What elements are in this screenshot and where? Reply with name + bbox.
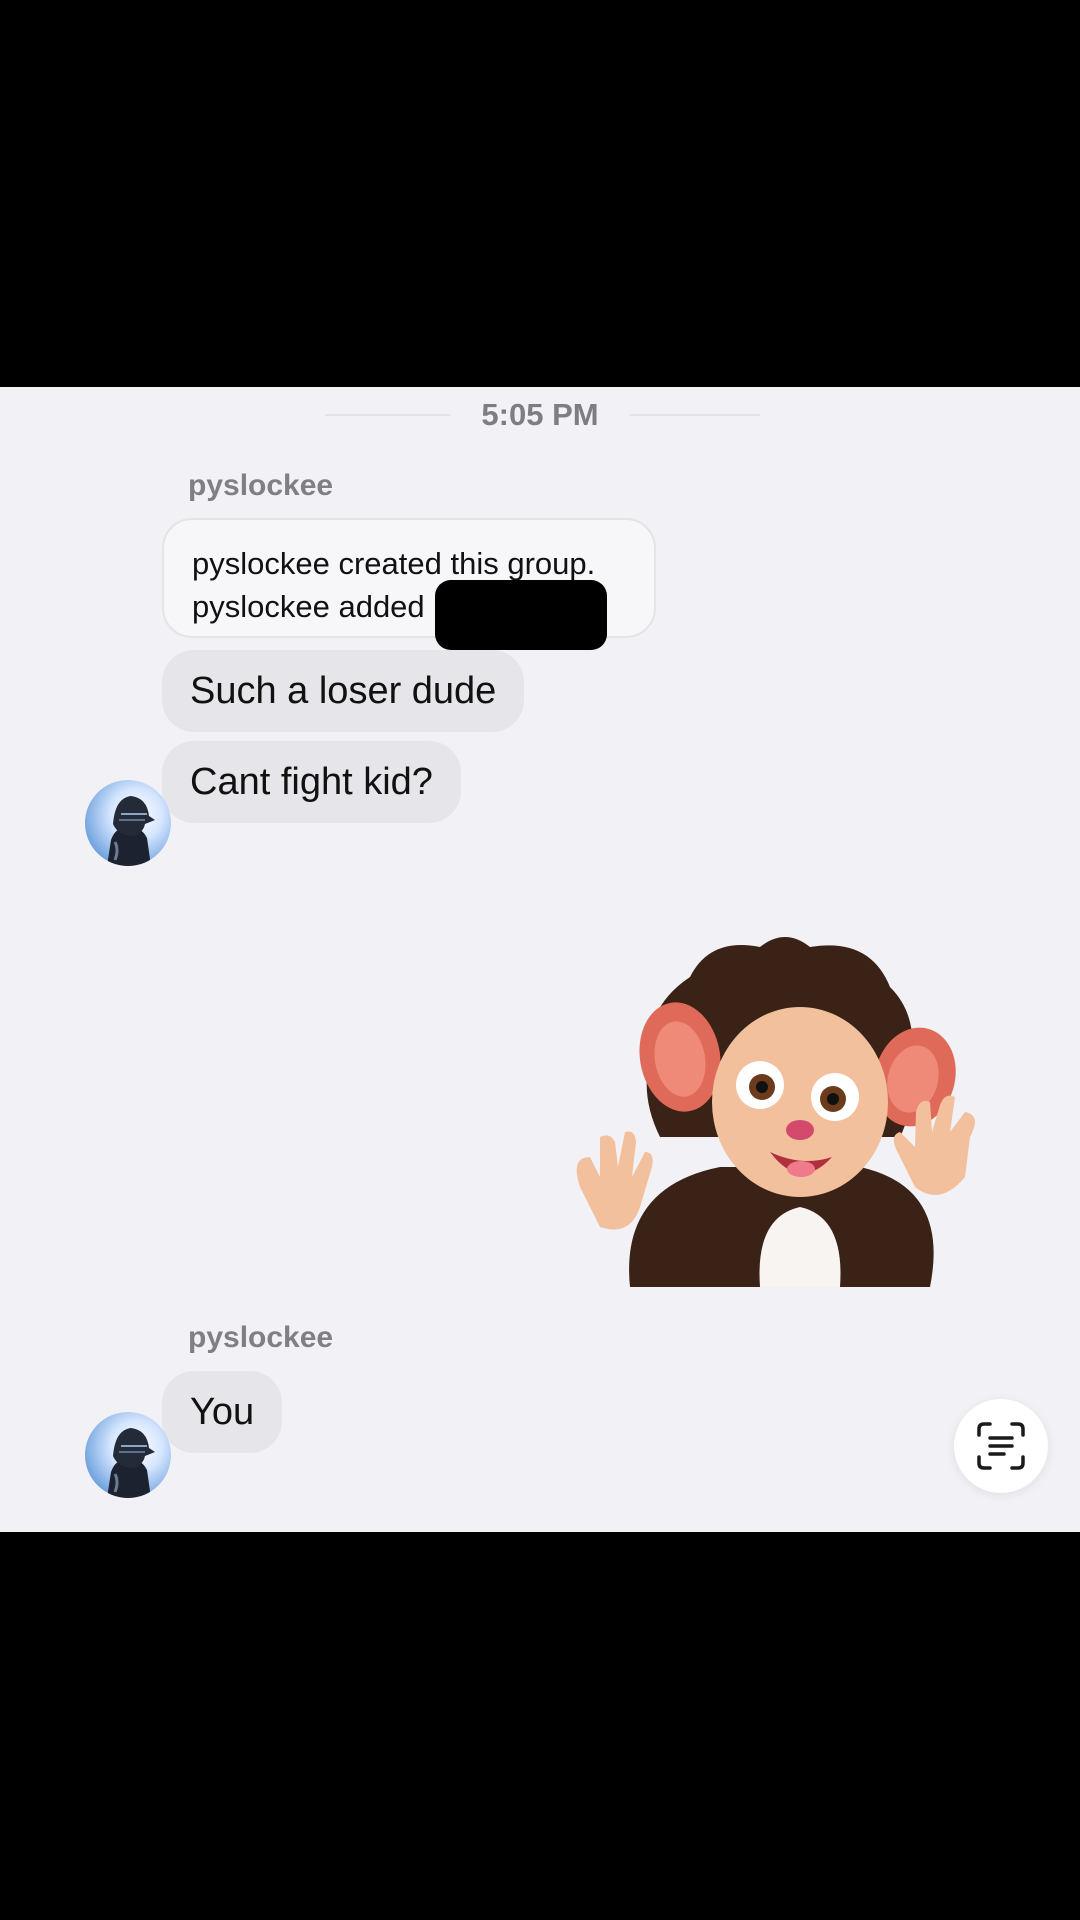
sender-name: pyslockee [188, 469, 334, 502]
monkey-sticker-icon[interactable] [570, 937, 990, 1287]
chat-view[interactable]: 5:05 PM pyslockee pyslockee created this… [0, 387, 1080, 1532]
scan-text-icon [977, 1422, 1025, 1470]
avatar[interactable] [85, 780, 171, 866]
redaction-mark [435, 580, 607, 650]
divider-line-right [630, 414, 760, 416]
timestamp: 5:05 PM [481, 397, 599, 432]
scan-text-button[interactable] [954, 1399, 1048, 1493]
knight-avatar-icon [107, 796, 155, 866]
message-bubble[interactable]: Such a loser dude [162, 650, 525, 732]
letterbox-bottom [0, 1532, 1080, 1920]
avatar[interactable] [85, 1412, 171, 1498]
knight-avatar-icon [107, 1428, 155, 1498]
letterbox-top [0, 0, 1080, 387]
sender-name: pyslockee [188, 1321, 334, 1354]
message-bubble[interactable]: Cant fight kid? [162, 741, 461, 823]
system-line: pyslockee created this group. [192, 546, 596, 581]
time-divider: 5:05 PM [0, 387, 1080, 447]
message-bubble[interactable]: You [162, 1371, 283, 1453]
